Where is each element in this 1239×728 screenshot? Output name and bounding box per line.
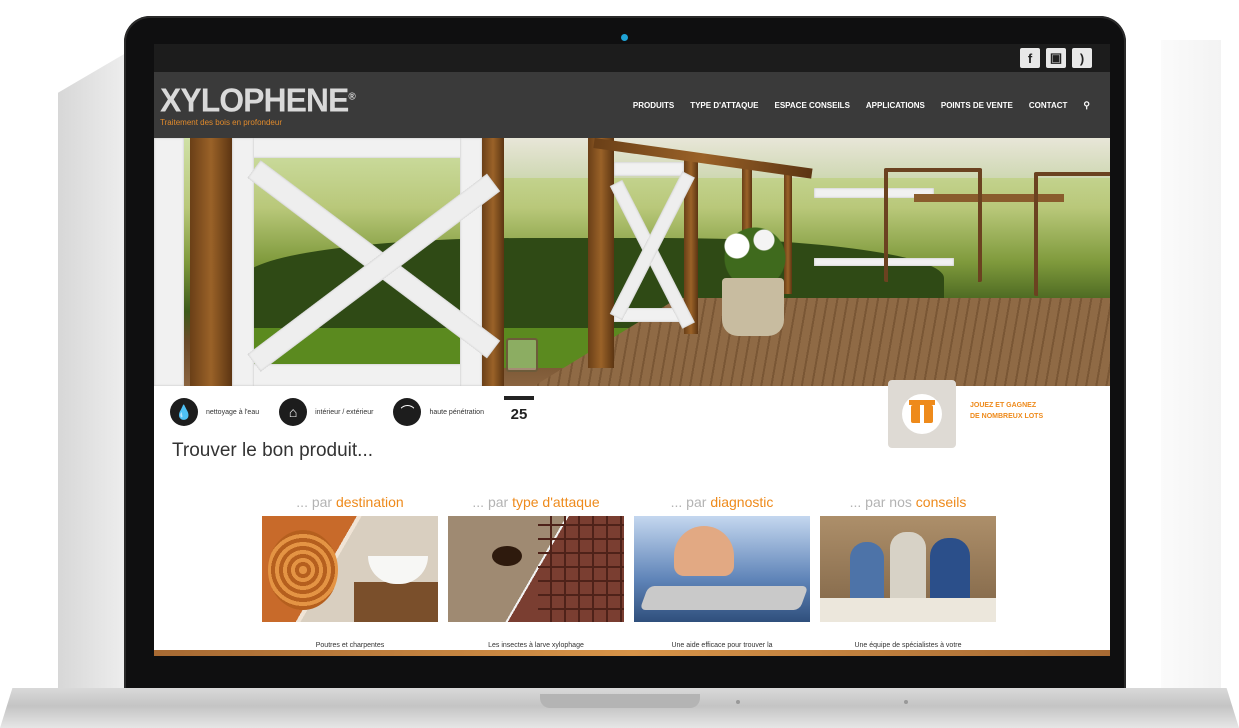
social-links: f ▣ ) bbox=[1020, 48, 1092, 68]
feature-label: nettoyage à l'eau bbox=[206, 408, 260, 416]
feature-label: haute pénétration bbox=[429, 408, 484, 416]
top-social-bar: f ▣ ) bbox=[154, 44, 1110, 72]
website-screen: f ▣ ) XYLOPHENE® Traitement des bois en … bbox=[154, 44, 1110, 656]
category-title: ... par diagnostic bbox=[634, 494, 810, 516]
penetration-icon: ⌒ bbox=[393, 398, 422, 426]
category-title: ... par nos conseils bbox=[820, 494, 996, 516]
laptop-notch bbox=[540, 694, 700, 708]
gift-icon bbox=[902, 394, 942, 434]
category-prefix: ... par bbox=[670, 494, 711, 510]
category-image[interactable] bbox=[448, 516, 624, 622]
nav-produits[interactable]: PRODUITS bbox=[633, 101, 674, 110]
youtube-icon[interactable]: ▣ bbox=[1046, 48, 1066, 68]
search-icon[interactable]: ⚲ bbox=[1083, 100, 1090, 111]
rss-icon[interactable]: ) bbox=[1072, 48, 1092, 68]
category-description: Les insectes à larve xylophage bbox=[488, 642, 584, 649]
laptop-shadow-right bbox=[1161, 40, 1221, 700]
category-type-attaque[interactable]: ... par type d'attaque Les insectes à la… bbox=[448, 494, 624, 649]
fence-panel-top bbox=[614, 162, 684, 176]
category-accent: type d'attaque bbox=[512, 494, 600, 510]
camera-icon bbox=[621, 34, 628, 41]
fence-panel-bottom bbox=[232, 364, 482, 386]
nav-espace-conseils[interactable]: ESPACE CONSEILS bbox=[774, 101, 849, 110]
category-title: ... par destination bbox=[262, 494, 438, 516]
contest-text[interactable]: JOUEZ ET GAGNEZ DE NOMBREUX LOTS bbox=[970, 400, 1100, 422]
category-grid: ... par destination Poutres et charpente… bbox=[262, 494, 996, 649]
laptop-base-dot bbox=[904, 700, 908, 704]
category-description: Une aide efficace pour trouver la bbox=[671, 642, 773, 649]
house-icon: ⌂ bbox=[279, 398, 308, 426]
feature-label: intérieur / extérieur bbox=[315, 408, 374, 416]
water-drop-icon: 💧 bbox=[170, 398, 198, 426]
patio-chair bbox=[1034, 172, 1110, 296]
category-image[interactable] bbox=[262, 516, 438, 622]
nav-contact[interactable]: CONTACT bbox=[1029, 101, 1068, 110]
category-image[interactable] bbox=[634, 516, 810, 622]
site-logo[interactable]: XYLOPHENE® bbox=[160, 81, 356, 120]
nav-points-de-vente[interactable]: POINTS DE VENTE bbox=[941, 101, 1013, 110]
finder-title: Trouver le bon produit... bbox=[172, 440, 374, 461]
laptop-base-dot bbox=[736, 700, 740, 704]
nav-type-attaque[interactable]: TYPE D'ATTAQUE bbox=[690, 101, 758, 110]
feature-icons: 💧 nettoyage à l'eau ⌂ intérieur / extéri… bbox=[170, 396, 534, 428]
contest-line-1: JOUEZ ET GAGNEZ bbox=[970, 402, 1037, 409]
site-header: XYLOPHENE® Traitement des bois en profon… bbox=[154, 72, 1110, 138]
hero-image bbox=[154, 138, 1110, 386]
fence-panel-top bbox=[232, 138, 482, 158]
flower-pot bbox=[722, 278, 784, 336]
flowers bbox=[710, 222, 800, 282]
fence-panel-edge bbox=[154, 138, 184, 386]
registered-mark: ® bbox=[348, 90, 355, 103]
category-accent: diagnostic bbox=[710, 494, 774, 510]
category-title: ... par type d'attaque bbox=[448, 494, 624, 516]
years-guarantee-badge: 25 bbox=[503, 396, 534, 428]
logo-text: XYLOPHENE bbox=[160, 81, 349, 119]
category-prefix: ... par nos bbox=[849, 494, 916, 510]
main-nav: PRODUITS TYPE D'ATTAQUE ESPACE CONSEILS … bbox=[633, 100, 1090, 111]
category-prefix: ... par bbox=[296, 494, 336, 510]
category-accent: conseils bbox=[915, 494, 967, 510]
lantern bbox=[506, 338, 538, 372]
fence-post bbox=[190, 138, 232, 386]
category-conseils[interactable]: ... par nos conseils Une équipe de spéci… bbox=[820, 494, 996, 649]
content-area: 💧 nettoyage à l'eau ⌂ intérieur / extéri… bbox=[154, 380, 1110, 656]
category-diagnostic[interactable]: ... par diagnostic Une aide efficace pou… bbox=[634, 494, 810, 649]
category-accent: destination bbox=[335, 494, 404, 510]
nav-applications[interactable]: APPLICATIONS bbox=[866, 101, 925, 110]
feature-item: 💧 nettoyage à l'eau bbox=[170, 398, 259, 426]
patio-chair bbox=[884, 168, 982, 282]
category-description: Poutres et charpentes bbox=[315, 642, 385, 649]
contest-button[interactable] bbox=[888, 380, 956, 448]
category-image[interactable] bbox=[820, 516, 996, 622]
footer-accent-bar bbox=[154, 650, 1110, 656]
category-destination[interactable]: ... par destination Poutres et charpente… bbox=[262, 494, 438, 649]
site-tagline: Traitement des bois en profondeur bbox=[160, 118, 282, 127]
category-description: Une équipe de spécialistes à votre bbox=[854, 642, 962, 649]
contest-line-2: DE NOMBREUX LOTS bbox=[970, 413, 1044, 420]
category-prefix: ... par bbox=[472, 494, 513, 510]
feature-item: ⌒ haute pénétration bbox=[393, 398, 484, 426]
facebook-icon[interactable]: f bbox=[1020, 48, 1040, 68]
fence-post bbox=[588, 138, 614, 368]
feature-item: ⌂ intérieur / extérieur bbox=[279, 398, 373, 426]
